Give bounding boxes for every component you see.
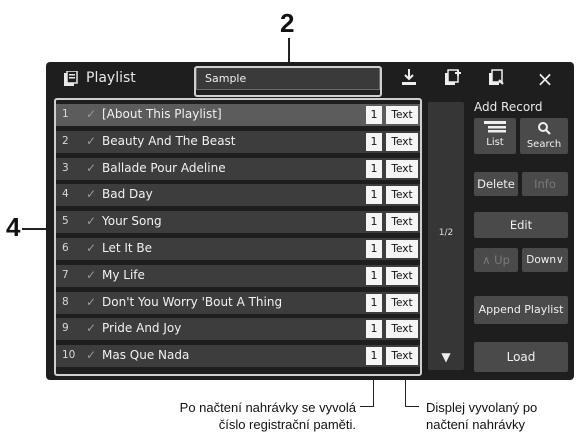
song-title: Ballade Pour Adeline [102,160,226,175]
playlist-row[interactable]: 7 ✓ My Life 1 Text [56,264,420,287]
text-button[interactable]: Text [386,186,418,205]
registration-number[interactable]: 1 [366,132,382,151]
row-number: 7 [62,268,69,281]
playlist-row[interactable]: 5 ✓ Your Song 1 Text [56,211,420,234]
playlist-row[interactable]: 6 ✓ Let It Be 1 Text [56,238,420,260]
caption-left-line-v [373,378,374,406]
check-icon: ✓ [86,294,97,309]
down-button[interactable]: Down∨ [522,248,568,272]
text-button[interactable]: Text [386,240,418,258]
page-indicator: 1/2 [438,228,454,238]
caption-left-line1: Po načtení nahrávky se vyvolá [179,400,356,415]
check-icon: ✓ [86,160,97,175]
list-icon [474,121,516,137]
load-button[interactable]: Load [474,342,568,372]
close-icon[interactable]: × [534,68,556,90]
edit-button[interactable]: Edit [474,212,568,238]
registration-number[interactable]: 1 [366,213,382,232]
text-button[interactable]: Text [386,347,418,366]
text-button[interactable]: Text [386,293,418,312]
row-number: 10 [62,349,76,362]
registration-number[interactable]: 1 [366,240,382,258]
text-button[interactable]: Text [386,159,418,178]
save-icon[interactable] [398,68,420,90]
playlist-row[interactable]: 10 ✓ Mas Que Nada 1 Text [56,345,420,368]
list-button-label: List [486,137,504,148]
text-button[interactable]: Text [386,213,418,232]
caption-left: Po načtení nahrávky se vyvolá číslo regi… [90,399,356,433]
row-number: 8 [62,295,69,308]
playlist-row[interactable]: 4 ✓ Bad Day 1 Text [56,184,420,207]
scroll-bar[interactable]: 1/2 ▼ [428,102,464,370]
song-list: 1 ✓ [About This Playlist] 1 Text 2 ✓ Beauty And… [54,102,422,372]
append-playlist-button[interactable]: Append Playlist [474,296,568,324]
playlist-row[interactable]: 3 ✓ Ballade Pour Adeline 1 Text [56,157,420,180]
row-number: 4 [62,188,69,201]
text-button[interactable]: Text [386,106,418,124]
callout-4: 4 [6,212,21,242]
playlist-row[interactable]: 1 ✓ [About This Playlist] 1 Text [56,104,420,126]
row-number: 2 [62,134,69,147]
row-number: 1 [62,108,69,120]
song-title: Beauty And The Beast [102,133,236,148]
registration-number[interactable]: 1 [366,347,382,366]
check-icon: ✓ [86,241,97,255]
caption-right-line2: načtení nahrávky [426,417,526,432]
info-button[interactable]: Info [522,172,568,196]
row-number: 5 [62,215,69,228]
text-button[interactable]: Text [386,132,418,151]
caption-right-line1: Displej vyvolaný po [426,400,538,415]
caption-left-line2: číslo registrační paměti. [218,417,356,432]
song-title: Mas Que Nada [102,348,190,363]
search-icon [520,121,568,139]
text-button[interactable]: Text [386,320,418,339]
list-button[interactable]: List [474,118,516,154]
registration-number[interactable]: 1 [366,106,382,124]
playlist-row[interactable]: 2 ✓ Beauty And The Beast 1 Text [56,130,420,153]
song-title: Your Song [102,214,162,229]
scroll-down-arrow-icon[interactable]: ▼ [428,350,464,364]
check-icon: ✓ [86,133,97,148]
caption-right-line-h [405,406,419,407]
registration-number[interactable]: 1 [366,320,382,339]
check-icon: ✓ [86,348,97,363]
row-number: 6 [62,242,69,254]
song-title: My Life [102,267,145,282]
row-number: 3 [62,161,69,174]
add-file-icon[interactable] [442,68,464,90]
playlist-screen: Playlist Sample × 1 ✓ [About This Playlist… [46,62,574,380]
caption-left-line-h [360,406,374,407]
playlist-row[interactable]: 8 ✓ Don't You Worry 'Bout A Thing 1 Text [56,291,420,314]
check-icon: ✓ [86,187,97,202]
caption-right-line-v [405,378,406,406]
row-number: 9 [62,322,69,335]
playlist-title: Playlist [86,70,136,86]
song-title: Let It Be [102,241,153,255]
callout-2: 2 [280,8,295,38]
registration-number[interactable]: 1 [366,266,382,285]
delete-button[interactable]: Delete [474,172,518,196]
playlist-row[interactable]: 9 ✓ Pride And Joy 1 Text [56,318,420,341]
song-title: [About This Playlist] [102,107,222,121]
playlist-icon [64,71,78,86]
up-button[interactable]: ∧ Up [474,248,518,272]
registration-number[interactable]: 1 [366,159,382,178]
check-icon: ✓ [86,214,97,229]
search-button[interactable]: Search [520,118,568,154]
search-button-label: Search [526,139,562,150]
check-icon: ✓ [86,321,97,336]
playlist-name-field[interactable]: Sample [196,67,380,90]
registration-number[interactable]: 1 [366,293,382,312]
load-file-icon[interactable] [486,68,508,90]
text-button[interactable]: Text [386,266,418,285]
top-bar: Playlist Sample × [46,62,574,96]
check-icon: ✓ [86,107,97,121]
check-icon: ✓ [86,267,97,282]
registration-number[interactable]: 1 [366,186,382,205]
song-title: Bad Day [102,187,153,202]
caption-right: Displej vyvolaný po načtení nahrávky [426,399,586,433]
add-record-label: Add Record [474,100,543,114]
song-title: Don't You Worry 'Bout A Thing [102,294,283,309]
song-title: Pride And Joy [102,321,182,336]
